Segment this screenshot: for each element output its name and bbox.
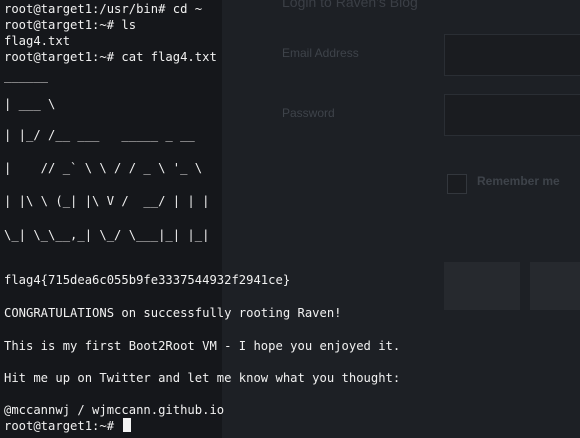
congratulations-line: CONGRATULATIONS on successfully rooting … xyxy=(4,306,342,320)
terminal-line-cat: root@target1:~# cat flag4.txt xyxy=(4,50,217,64)
text-cursor xyxy=(123,418,132,432)
ascii-art-line-4: | // _` \ \ / / _ \ '_ \ xyxy=(4,161,203,175)
ascii-art-line-1: ______ xyxy=(4,69,49,83)
message-line-1: This is my first Boot2Root VM - I hope y… xyxy=(4,339,401,353)
terminal-prompt: root@target1:~# xyxy=(4,419,122,433)
terminal-line-ls-output: flag4.txt xyxy=(4,34,71,48)
ascii-art-line-2: | ___ \ xyxy=(4,97,56,111)
ascii-art-line-6: \_| \_\__,_| \_/ \___|_| |_| xyxy=(4,228,210,242)
contact-line: @mccannwj / wjmccann.github.io xyxy=(4,403,225,417)
terminal-line-cd: root@target1:/usr/bin# cd ~ xyxy=(4,2,203,16)
message-line-2: Hit me up on Twitter and let me know wha… xyxy=(4,371,401,385)
terminal-window[interactable]: root@target1:/usr/bin# cd ~ root@target1… xyxy=(0,0,580,438)
ascii-art-line-3: | |_/ /__ ___ _____ _ __ xyxy=(4,128,195,142)
terminal-line-ls: root@target1:~# ls xyxy=(4,18,137,32)
flag-line: flag4{715dea6c055b9fe3337544932f2941ce} xyxy=(4,273,291,287)
terminal-prompt-line[interactable]: root@target1:~# xyxy=(4,418,132,434)
ascii-art-line-5: | |\ \ (_| |\ V / __/ | | | xyxy=(4,194,210,208)
